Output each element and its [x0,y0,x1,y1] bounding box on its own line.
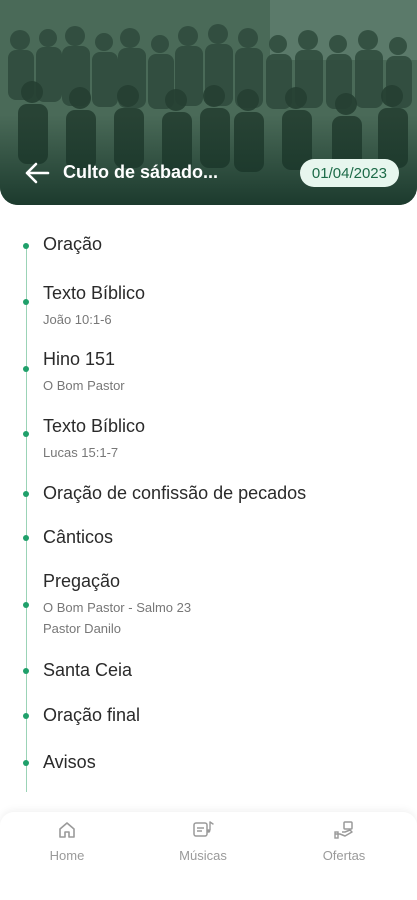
back-button[interactable] [22,158,52,188]
timeline-line [26,244,27,792]
timeline-dot [23,491,29,497]
home-icon [59,822,75,838]
timeline-dot [23,431,29,437]
music-note-icon [193,821,214,837]
timeline-dot [23,602,29,608]
bottom-navigation: Home Músicas Ofertas [0,812,417,900]
timeline-dot [23,243,29,249]
timeline-dot [23,713,29,719]
header-banner: Culto de sábado... 01/04/2023 [0,0,417,205]
item-subtitle: Lucas 15:1-7 [43,445,119,460]
timeline-item[interactable]: Oração final [23,705,141,726]
nav-musicas-label: Músicas [179,848,227,863]
timeline-item[interactable]: Oração [23,234,103,255]
timeline-dot [23,760,29,766]
item-title: Oração final [43,705,141,725]
item-speaker: Pastor Danilo [43,621,122,636]
nav-musicas[interactable]: Músicas [153,820,253,863]
page-title: Culto de sábado... [63,162,219,182]
item-subtitle: O Bom Pastor - Salmo 23 [43,600,192,615]
nav-home[interactable]: Home [17,820,117,863]
item-title: Pregação [43,571,121,591]
timeline-dot [23,366,29,372]
date-badge: 01/04/2023 [299,159,399,187]
arrow-left-icon [25,162,50,184]
timeline-item[interactable]: Cânticos [23,527,114,548]
item-title: Oração [43,234,103,254]
timeline-item[interactable]: Pregação O Bom Pastor - Salmo 23 Pastor … [23,571,192,636]
timeline-item[interactable]: Avisos [23,752,96,773]
timeline-dot [23,668,29,674]
timeline-item[interactable]: Texto Bíblico Lucas 15:1-7 [23,416,146,460]
nav-ofertas[interactable]: Ofertas [294,820,394,863]
nav-ofertas-label: Ofertas [322,848,366,863]
timeline-item[interactable]: Oração de confissão de pecados [23,483,307,504]
item-title: Texto Bíblico [43,283,146,303]
item-title: Hino 151 [43,349,116,369]
item-title: Santa Ceia [43,660,133,680]
timeline-item[interactable]: Santa Ceia [23,660,133,681]
offering-icon [334,821,353,839]
item-title: Oração de confissão de pecados [43,483,307,503]
item-title: Texto Bíblico [43,416,146,436]
item-title: Avisos [43,752,96,772]
item-subtitle: João 10:1-6 [43,312,112,327]
nav-home-label: Home [49,848,85,863]
item-title: Cânticos [43,527,114,547]
timeline-item[interactable]: Hino 151 O Bom Pastor [23,349,125,393]
timeline-dot [23,535,29,541]
timeline-item[interactable]: Texto Bíblico João 10:1-6 [23,283,146,327]
timeline-dot [23,299,29,305]
item-subtitle: O Bom Pastor [43,378,125,393]
